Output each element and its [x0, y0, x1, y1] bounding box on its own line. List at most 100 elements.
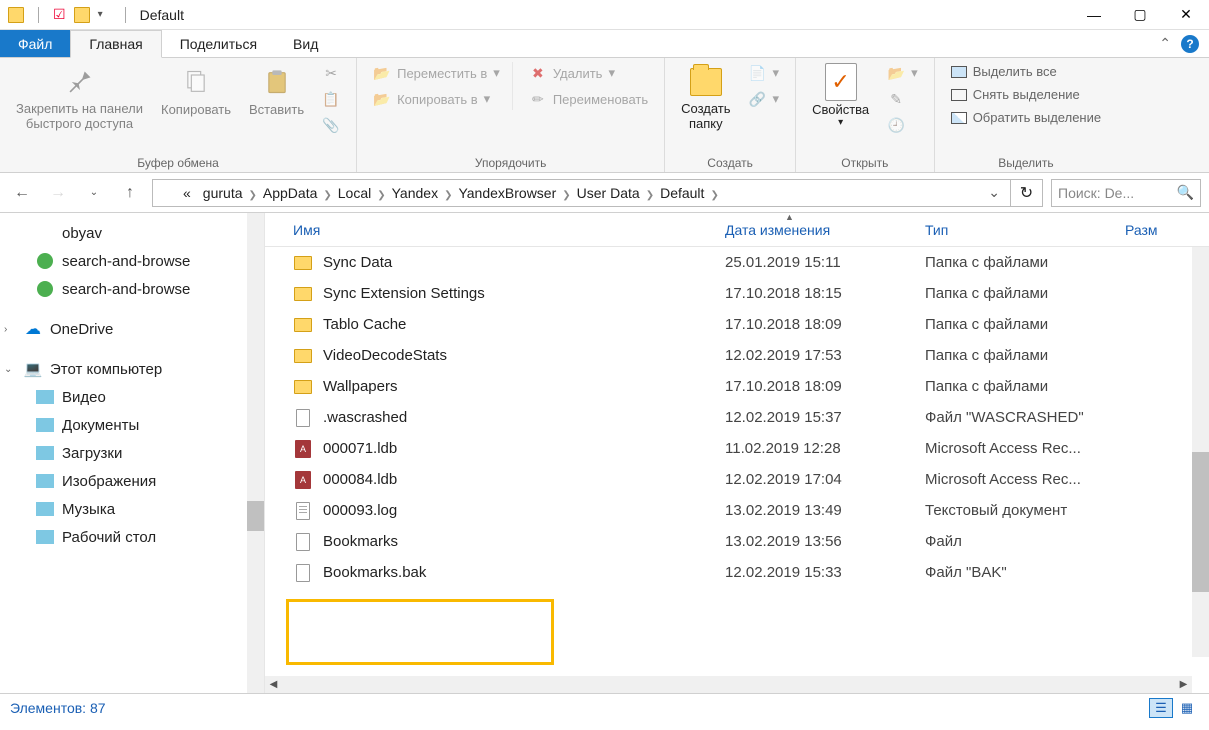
file-date: 12.02.2019 17:04 [725, 471, 925, 488]
column-date[interactable]: Дата изменения [705, 213, 905, 246]
sidebar-item[interactable]: Музыка [4, 495, 260, 523]
deselect-button[interactable]: Снять выделение [945, 85, 1107, 104]
expand-icon[interactable]: ⌄ [4, 364, 16, 375]
tab-share[interactable]: Поделиться [162, 30, 275, 57]
sidebar-item[interactable]: search-and-browse [4, 247, 260, 275]
breadcrumb-segment[interactable]: Local [334, 183, 375, 203]
separator [125, 7, 126, 23]
file-row[interactable]: 000093.log13.02.2019 13:49Текстовый доку… [265, 495, 1209, 526]
file-row[interactable]: Sync Data25.01.2019 15:11Папка с файлами [265, 247, 1209, 278]
new-folder-qat-icon[interactable] [74, 7, 90, 23]
scrollbar-thumb[interactable] [247, 501, 264, 531]
close-button[interactable]: ✕ [1163, 0, 1209, 30]
copyto-icon: 📂 [373, 90, 391, 108]
select-all-button[interactable]: Выделить все [945, 62, 1107, 81]
file-type: Microsoft Access Rec... [925, 471, 1125, 488]
sidebar-item[interactable]: Рабочий стол [4, 523, 260, 551]
sidebar-item[interactable]: obyav [4, 219, 260, 247]
copy-path-button[interactable]: 📋 [316, 88, 346, 110]
recent-dropdown[interactable]: ⌄ [80, 179, 108, 207]
file-row[interactable]: Wallpapers17.10.2018 18:09Папка с файлам… [265, 371, 1209, 402]
sidebar-item[interactable]: search-and-browse [4, 275, 260, 303]
paste-shortcut-button[interactable]: 📎 [316, 114, 346, 136]
properties-button[interactable]: ✓ Свойства ▾ [806, 62, 875, 128]
copy-button[interactable]: Копировать [155, 62, 237, 117]
delete-button[interactable]: ✖Удалить ▾ [523, 62, 654, 84]
new-item-icon: 📄 [749, 64, 767, 82]
file-type: Папка с файлами [925, 347, 1125, 364]
file-row[interactable]: Tablo Cache17.10.2018 18:09Папка с файла… [265, 309, 1209, 340]
thumbnails-view-button[interactable]: ▦ [1175, 698, 1199, 718]
expand-icon[interactable]: › [4, 324, 16, 335]
tab-view[interactable]: Вид [275, 30, 336, 57]
forward-button[interactable]: → [44, 179, 72, 207]
invert-select-button[interactable]: Обратить выделение [945, 108, 1107, 127]
file-date: 17.10.2018 18:15 [725, 285, 925, 302]
breadcrumb-segment[interactable]: YandexBrowser [454, 183, 560, 203]
file-row[interactable]: VideoDecodeStats12.02.2019 17:53Папка с … [265, 340, 1209, 371]
sidebar-item-label: Документы [62, 417, 139, 434]
move-to-button[interactable]: 📂Переместить в ▾ [367, 62, 506, 84]
cut-button[interactable]: ✂ [316, 62, 346, 84]
sidebar-item[interactable]: ⌄💻Этот компьютер [4, 355, 260, 383]
file-row[interactable]: Sync Extension Settings17.10.2018 18:15П… [265, 278, 1209, 309]
scroll-right-icon[interactable]: ▶ [1175, 676, 1192, 693]
file-row[interactable]: A000071.ldb11.02.2019 12:28Microsoft Acc… [265, 433, 1209, 464]
properties-qat-icon[interactable]: ☑ [53, 6, 66, 23]
breadcrumb-segment[interactable]: Default [656, 183, 708, 203]
breadcrumb-segment[interactable]: User Data [573, 183, 644, 203]
rename-button[interactable]: ✏Переименовать [523, 88, 654, 110]
file-name: VideoDecodeStats [323, 347, 725, 364]
refresh-button[interactable]: ↻ [1011, 179, 1043, 207]
invert-icon [951, 112, 967, 124]
new-folder-button[interactable]: Создать папку [675, 62, 736, 132]
new-item-button[interactable]: 📄▾ [743, 62, 786, 84]
tab-home[interactable]: Главная [70, 30, 161, 58]
file-row[interactable]: Bookmarks.bak12.02.2019 15:33Файл "BAK" [265, 557, 1209, 588]
paste-button[interactable]: Вставить [243, 62, 310, 117]
select-all-icon [951, 66, 967, 78]
maximize-button[interactable]: ▢ [1117, 0, 1163, 30]
sidebar-item[interactable]: Документы [4, 411, 260, 439]
sidebar-item[interactable]: Изображения [4, 467, 260, 495]
copy-to-button[interactable]: 📂Копировать в ▾ [367, 88, 506, 110]
scrollbar-thumb[interactable] [1192, 452, 1209, 592]
tab-file[interactable]: Файл [0, 30, 70, 57]
back-button[interactable]: ← [8, 179, 36, 207]
edit-button[interactable]: ✎ [881, 88, 924, 110]
help-icon[interactable]: ? [1181, 35, 1199, 53]
file-row[interactable]: .wascrashed12.02.2019 15:37Файл "WASCRAS… [265, 402, 1209, 433]
breadcrumb-overflow[interactable]: « [179, 183, 195, 203]
file-row[interactable]: A000084.ldb12.02.2019 17:04Microsoft Acc… [265, 464, 1209, 495]
column-type[interactable]: Тип [905, 213, 1105, 246]
search-input[interactable]: Поиск: De... 🔍 [1051, 179, 1201, 207]
file-row[interactable]: Bookmarks13.02.2019 13:56Файл [265, 526, 1209, 557]
details-view-button[interactable]: ☰ [1149, 698, 1173, 718]
sidebar-scrollbar[interactable] [247, 213, 264, 693]
pin-button[interactable]: Закрепить на панели быстрого доступа [10, 62, 149, 132]
breadcrumb-segment[interactable]: AppData [259, 183, 321, 203]
sidebar-item[interactable]: ›☁OneDrive [4, 315, 260, 343]
address-bar[interactable]: « guruta❯AppData❯Local❯Yandex❯YandexBrow… [152, 179, 1011, 207]
breadcrumb-segment[interactable]: Yandex [388, 183, 442, 203]
tree-item-icon [36, 280, 54, 298]
easy-access-button[interactable]: 🔗▾ [743, 88, 786, 110]
qat-dropdown-icon[interactable]: ▾ [98, 9, 103, 20]
minimize-button[interactable]: — [1071, 0, 1117, 30]
vertical-scrollbar[interactable] [1192, 247, 1209, 657]
history-button[interactable]: 🕘 [881, 114, 924, 136]
open-button[interactable]: 📂▾ [881, 62, 924, 84]
dropdown-icon: ▾ [773, 65, 780, 81]
ribbon-group-new: Создать папку 📄▾ 🔗▾ Создать [665, 58, 796, 172]
scroll-left-icon[interactable]: ◀ [265, 676, 282, 693]
sidebar-item[interactable]: Видео [4, 383, 260, 411]
column-size[interactable]: Разм [1105, 213, 1165, 246]
folder-icon [157, 186, 175, 200]
breadcrumb-segment[interactable]: guruta [199, 183, 247, 203]
column-name[interactable]: Имя [265, 213, 705, 246]
up-button[interactable]: ↑ [116, 179, 144, 207]
horizontal-scrollbar[interactable]: ◀ ▶ [265, 676, 1192, 693]
address-dropdown-icon[interactable]: ⌄ [982, 184, 1006, 201]
ribbon-collapse[interactable]: ⌃ ? [1149, 30, 1209, 57]
sidebar-item[interactable]: Загрузки [4, 439, 260, 467]
